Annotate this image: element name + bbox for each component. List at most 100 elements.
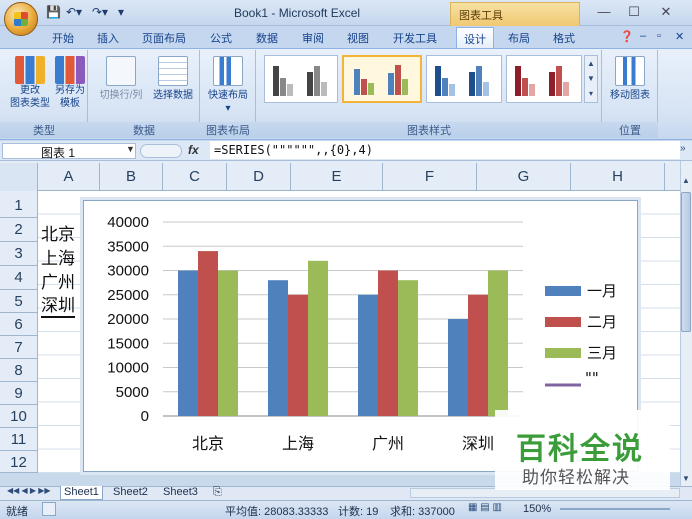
minimize-button[interactable]: —: [590, 4, 618, 22]
bar-2-1: [198, 251, 218, 416]
undo-icon[interactable]: ↶▾: [66, 5, 82, 21]
select-all-corner[interactable]: [0, 163, 38, 191]
column-header-c[interactable]: C: [163, 163, 227, 191]
row-header-8[interactable]: 8: [0, 359, 38, 382]
switch-row-column-button[interactable]: 切换行/列: [96, 56, 146, 102]
sheet-tab-sheet1[interactable]: Sheet1: [60, 486, 103, 500]
formula-bar-resize-handle[interactable]: [140, 144, 182, 158]
tab-home[interactable]: 开始: [52, 30, 74, 48]
column-header-f[interactable]: F: [383, 163, 477, 191]
tab-design[interactable]: 设计: [456, 27, 494, 49]
name-box-dropdown-icon[interactable]: ▼: [126, 144, 135, 154]
tab-view[interactable]: 视图: [347, 30, 369, 48]
tab-insert[interactable]: 插入: [97, 30, 119, 48]
status-average: 平均值: 28083.33333: [225, 506, 329, 518]
column-header-h[interactable]: H: [571, 163, 665, 191]
zoom-level[interactable]: 150%: [523, 503, 551, 515]
window-title: Book1 - Microsoft Excel: [234, 6, 361, 20]
status-count: 计数: 19: [338, 506, 379, 518]
bar-1-2: [268, 280, 288, 416]
change-chart-type-button[interactable]: 更改 图表类型: [10, 56, 50, 110]
chart-style-gray[interactable]: [264, 55, 338, 103]
quick-layout-button[interactable]: 快速布局 ▾: [204, 56, 252, 115]
view-mode-icons[interactable]: ▦ ▤ ▥: [468, 502, 518, 516]
tab-developer[interactable]: 开发工具: [393, 30, 437, 48]
save-as-template-button[interactable]: 另存为 模板: [52, 56, 88, 110]
x-tick-label: 北京: [192, 434, 224, 453]
ribbon-restore-icon[interactable]: ▫: [657, 30, 661, 48]
row-header-6[interactable]: 6: [0, 313, 38, 336]
help-icon[interactable]: ❓: [620, 30, 634, 48]
sheet-tab-sheet3[interactable]: Sheet3: [160, 486, 201, 500]
save-icon[interactable]: 💾: [46, 5, 61, 21]
sheet-nav-icons[interactable]: ◀◀ ◀ ▶ ▶▶: [4, 486, 54, 500]
tab-formulas[interactable]: 公式: [210, 30, 232, 48]
row-header-4[interactable]: 4: [0, 266, 38, 290]
column-header-e[interactable]: E: [291, 163, 383, 191]
cell-a4[interactable]: 广州: [41, 268, 75, 293]
row-header-1[interactable]: 1: [0, 191, 38, 218]
bar-3-4: [488, 270, 508, 416]
legend-swatch: [545, 317, 581, 327]
tab-review[interactable]: 审阅: [302, 30, 324, 48]
tab-layout[interactable]: 布局: [508, 30, 530, 48]
chart-styles-scroll[interactable]: ▲ ▼ ▾: [584, 55, 598, 103]
sheet-tab-sheet2[interactable]: Sheet2: [110, 486, 151, 500]
column-header-a[interactable]: A: [38, 163, 100, 191]
quick-layout-label: 快速布局: [208, 90, 248, 101]
quick-layout-icon: [213, 56, 243, 86]
name-box[interactable]: 图表 1: [2, 143, 136, 160]
chart-style-blue[interactable]: [426, 55, 502, 103]
row-header-9[interactable]: 9: [0, 382, 38, 405]
bar-3-1: [218, 270, 238, 416]
row-header-12[interactable]: 12: [0, 451, 38, 473]
column-header-g[interactable]: G: [477, 163, 571, 191]
row-header-10[interactable]: 10: [0, 405, 38, 428]
tab-data[interactable]: 数据: [256, 30, 278, 48]
maximize-button[interactable]: ☐: [620, 4, 648, 22]
ribbon-close-icon[interactable]: ✕: [675, 30, 684, 48]
move-chart-button[interactable]: 移动图表: [606, 56, 654, 102]
change-chart-type-label: 更改 图表类型: [10, 85, 50, 109]
group-chart-styles-label: 图表样式: [256, 122, 602, 138]
column-header-d[interactable]: D: [227, 163, 291, 191]
bar-2-2: [288, 294, 308, 416]
y-tick-label: 25000: [107, 287, 149, 304]
formula-input[interactable]: =SERIES("""""",,{0},4): [210, 141, 680, 159]
scroll-up-icon[interactable]: ▲: [681, 176, 691, 186]
cell-a5[interactable]: 深圳: [41, 291, 75, 318]
insert-sheet-icon[interactable]: ⎘: [210, 486, 225, 500]
insert-function-icon[interactable]: fx: [188, 143, 208, 157]
cell-a3[interactable]: 上海: [41, 244, 75, 269]
select-data-button[interactable]: 选择数据: [150, 56, 196, 102]
legend-label: 三月: [587, 344, 617, 362]
row-header-2[interactable]: 2: [0, 218, 38, 242]
column-header-b[interactable]: B: [100, 163, 163, 191]
x-tick-label: 上海: [282, 434, 314, 453]
row-header-5[interactable]: 5: [0, 290, 38, 313]
ribbon-minimize-icon[interactable]: –: [640, 30, 646, 48]
expand-formula-bar-icon[interactable]: »: [680, 143, 686, 154]
vertical-scroll-thumb[interactable]: [681, 192, 691, 332]
office-button[interactable]: [4, 2, 38, 36]
tab-page-layout[interactable]: 页面布局: [142, 30, 186, 48]
y-tick-label: 20000: [107, 311, 149, 328]
row-header-7[interactable]: 7: [0, 336, 38, 359]
zoom-slider[interactable]: [560, 508, 670, 510]
redo-icon[interactable]: ↷▾: [92, 5, 108, 21]
close-button[interactable]: ✕: [652, 4, 680, 22]
save-as-template-label: 另存为 模板: [55, 85, 85, 109]
chart-type-icon: [15, 56, 45, 84]
macro-record-icon[interactable]: [42, 502, 56, 516]
bar-1-4: [448, 319, 468, 416]
row-header-11[interactable]: 11: [0, 428, 38, 451]
tab-format[interactable]: 格式: [553, 30, 575, 48]
cell-a2[interactable]: 北京: [41, 220, 75, 245]
row-header-3[interactable]: 3: [0, 242, 38, 266]
chart-style-colorful[interactable]: [342, 55, 422, 103]
qat-customize-icon[interactable]: ▾: [118, 5, 124, 21]
scroll-down-icon[interactable]: ▼: [681, 474, 691, 484]
chart-style-red[interactable]: [506, 55, 582, 103]
watermark-title: 百科全说: [516, 433, 644, 466]
select-data-label: 选择数据: [153, 90, 193, 101]
